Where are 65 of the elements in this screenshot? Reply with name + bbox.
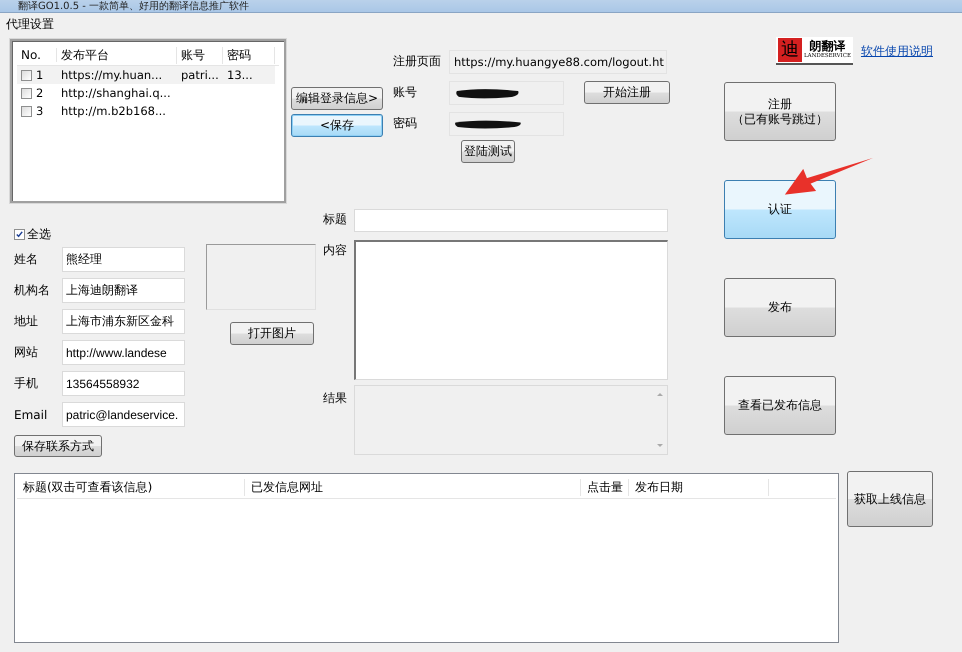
platform-row[interactable]: 3 http://m.b2b168...: [17, 102, 279, 120]
scroll-down-icon[interactable]: [656, 443, 664, 448]
select-all-label: 全选: [27, 226, 51, 242]
window-title: 翻译GO1.0.5 - 一款简单、好用的翻译信息推广软件: [18, 1, 250, 12]
password-field[interactable]: [449, 112, 564, 136]
field-label: 网站: [14, 344, 39, 361]
logo-mark: 迪: [778, 38, 802, 62]
title-field[interactable]: [354, 209, 668, 232]
scroll-up-icon[interactable]: [656, 392, 664, 397]
platform-cell-text: https://my.huan...: [60, 68, 164, 82]
field-label: 地址: [14, 313, 39, 330]
field-label: 手机: [14, 375, 39, 392]
edit-login-button[interactable]: 编辑登录信息>: [291, 87, 383, 110]
field-label: 注册页面: [393, 53, 442, 70]
row-checkbox[interactable]: [21, 106, 32, 116]
logo-name: 朗翻译: [809, 40, 846, 53]
field-label: 结果: [323, 390, 348, 407]
field-label: 标题: [323, 211, 348, 228]
action-button[interactable]: 查看已发布信息: [724, 376, 836, 435]
register-button[interactable]: 开始注册: [584, 81, 670, 104]
row-number: 3: [36, 104, 44, 118]
column-header[interactable]: 密码: [223, 46, 275, 64]
save-login-button[interactable]: <保存: [291, 114, 383, 137]
password-cell-text: 13...: [226, 68, 254, 82]
field-label: 内容: [323, 242, 348, 259]
column-header[interactable]: 已发信息网址: [245, 478, 581, 496]
action-button[interactable]: 注册 （已有账号跳过）: [724, 82, 836, 141]
contact-field[interactable]: 上海迪朗翻译: [62, 278, 185, 303]
contact-field[interactable]: 上海市浦东新区金科: [62, 309, 185, 334]
platform-cell-text: http://m.b2b168...: [60, 104, 167, 118]
contact-field[interactable]: patric@landeservice.: [62, 402, 185, 427]
column-header[interactable]: 标题(双击可查看该信息): [17, 478, 245, 496]
row-checkbox[interactable]: [21, 70, 32, 80]
contact-field[interactable]: 13564558932: [62, 371, 185, 396]
account-field[interactable]: [449, 80, 564, 104]
register-page-field[interactable]: https://my.huangye88.com/logout.ht: [449, 50, 667, 74]
row-number: 2: [36, 86, 44, 100]
open-image-button[interactable]: 打开图片: [230, 322, 314, 345]
action-button[interactable]: 认证: [724, 180, 836, 239]
fetch-online-button[interactable]: 获取上线信息: [847, 471, 933, 527]
column-header[interactable]: No.: [17, 48, 57, 62]
platform-cell-text: http://shanghai.q...: [60, 86, 172, 100]
column-header[interactable]: 点击量: [581, 478, 629, 496]
field-label: 机构名: [14, 282, 51, 299]
row-number: 1: [36, 68, 44, 82]
platform-row[interactable]: 2 http://shanghai.q...: [17, 84, 279, 102]
content-field[interactable]: [354, 240, 668, 380]
field-label: 姓名: [14, 251, 39, 268]
account-cell-text: patri...: [180, 68, 220, 82]
contact-field[interactable]: 熊经理: [62, 247, 185, 272]
help-link[interactable]: 软件使用说明: [860, 42, 933, 60]
column-header[interactable]: 账号: [177, 46, 223, 64]
field-label: 密码: [393, 115, 418, 132]
login-test-button[interactable]: 登陆测试: [461, 140, 515, 163]
column-header[interactable]: 发布日期: [629, 478, 769, 496]
platform-row[interactable]: 1 https://my.huan... patri... 13...: [17, 66, 275, 84]
select-all-checkbox[interactable]: [14, 228, 25, 240]
action-button[interactable]: 发布: [724, 278, 836, 337]
contact-field[interactable]: http://www.landese: [62, 340, 185, 365]
row-checkbox[interactable]: [21, 88, 32, 98]
menu-item[interactable]: 代理设置: [5, 16, 55, 32]
save-contact-button[interactable]: 保存联系方式: [14, 435, 102, 457]
field-label: Email: [14, 408, 48, 422]
column-header[interactable]: 发布平台: [57, 46, 177, 64]
field-label: 账号: [393, 84, 418, 101]
